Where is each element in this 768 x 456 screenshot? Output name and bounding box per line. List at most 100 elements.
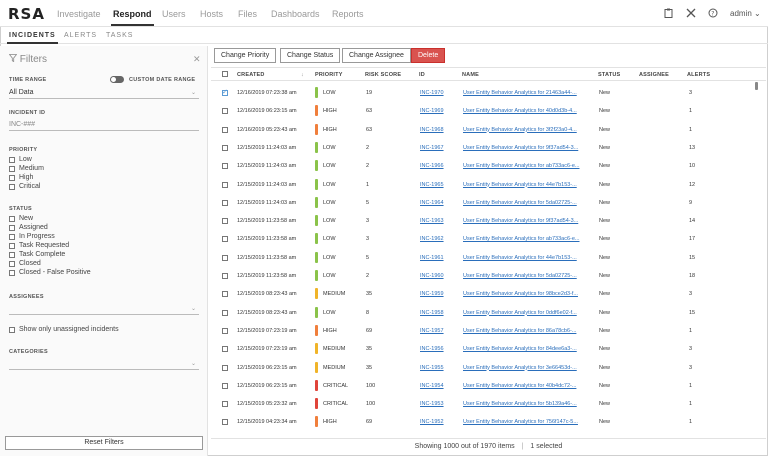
incident-id-link[interactable]: INC-1957 — [420, 328, 444, 334]
priority-medium-checkbox[interactable]: Medium — [9, 165, 44, 172]
rsa-logo[interactable]: RSA — [8, 5, 45, 23]
incident-name-link[interactable]: User Entity Behavior Analytics for 0ddf6… — [463, 310, 577, 316]
change-status-button[interactable]: Change Status — [280, 48, 341, 63]
incident-id-input[interactable]: INC-### — [9, 119, 199, 131]
incident-id-link[interactable]: INC-1956 — [420, 346, 444, 352]
table-row[interactable]: 12/15/2019 04:23:34 am HIGH 69 INC-1952 User… — [211, 413, 759, 431]
column-id[interactable]: ID — [419, 72, 425, 78]
table-row[interactable]: 12/15/2019 11:23:58 am LOW 2 INC-1960 User E… — [211, 267, 759, 285]
priority-critical-checkbox[interactable]: Critical — [9, 183, 40, 190]
incident-id-link[interactable]: INC-1953 — [420, 401, 444, 407]
incident-name-link[interactable]: User Entity Behavior Analytics for 5da02… — [463, 200, 577, 206]
table-row[interactable]: 12/15/2019 11:24:03 am LOW 2 INC-1966 User E… — [211, 157, 759, 175]
column-assignee[interactable]: ASSIGNEE — [639, 72, 669, 78]
incident-name-link[interactable]: User Entity Behavior Analytics for 40d0d… — [463, 108, 577, 114]
tools-icon[interactable] — [686, 8, 696, 20]
nav-files[interactable]: Files — [238, 9, 257, 19]
status-closed-false-positive-checkbox[interactable]: Closed - False Positive — [9, 269, 91, 276]
row-checkbox[interactable] — [222, 309, 228, 316]
incident-name-link[interactable]: User Entity Behavior Analytics for 9f37a… — [463, 218, 578, 224]
column-status[interactable]: STATUS — [598, 72, 620, 78]
nav-dashboards[interactable]: Dashboards — [271, 9, 320, 19]
incident-name-link[interactable]: User Entity Behavior Analytics for 3f2f2… — [463, 127, 577, 133]
incident-id-link[interactable]: INC-1955 — [420, 365, 444, 371]
reset-filters-button[interactable]: Reset Filters — [5, 436, 203, 450]
help-icon[interactable]: ? — [708, 8, 718, 20]
select-all-checkbox[interactable] — [222, 71, 228, 77]
incident-name-link[interactable]: User Entity Behavior Analytics for 9f37a… — [463, 145, 578, 151]
status-new-checkbox[interactable]: New — [9, 215, 33, 222]
row-checkbox[interactable] — [222, 218, 228, 225]
incident-name-link[interactable]: User Entity Behavior Analytics for 98bce… — [463, 291, 578, 297]
assignee-select[interactable]: ⌄ — [9, 303, 199, 315]
incident-name-link[interactable]: User Entity Behavior Analytics for 84dee… — [463, 346, 577, 352]
row-checkbox[interactable] — [222, 346, 228, 353]
table-row[interactable]: 12/15/2019 05:23:32 am CRITICAL 100 INC-195… — [211, 395, 759, 413]
clipboard-icon[interactable] — [664, 8, 673, 20]
change-assignee-button[interactable]: Change Assignee — [342, 48, 411, 63]
incident-name-link[interactable]: User Entity Behavior Analytics for 44e7b… — [463, 255, 577, 261]
sort-arrow-icon[interactable]: ↓ — [301, 72, 304, 78]
time-range-select[interactable]: All Data ⌄ — [9, 87, 199, 99]
tab-alerts[interactable]: ALERTS — [64, 32, 97, 39]
categories-select[interactable]: ⌄ — [9, 358, 199, 370]
row-checkbox[interactable] — [222, 163, 228, 170]
table-row[interactable]: 12/16/2019 06:23:15 am HIGH 63 INC-1969 User… — [211, 102, 759, 120]
row-checkbox[interactable] — [222, 327, 228, 334]
nav-hosts[interactable]: Hosts — [200, 9, 223, 19]
tab-incidents[interactable]: INCIDENTS — [7, 32, 58, 44]
incident-name-link[interactable]: User Entity Behavior Analytics for 40b4d… — [463, 383, 576, 389]
incident-id-link[interactable]: INC-1952 — [420, 419, 444, 425]
table-row[interactable]: 12/16/2019 05:23:43 am HIGH 63 INC-1968 User… — [211, 121, 759, 139]
nav-reports[interactable]: Reports — [332, 9, 364, 19]
incident-id-link[interactable]: INC-1959 — [420, 291, 444, 297]
row-checkbox[interactable] — [222, 108, 228, 115]
priority-high-checkbox[interactable]: High — [9, 174, 33, 181]
column-created[interactable]: CREATED — [237, 72, 265, 78]
unassigned-only-checkbox[interactable]: Show only unassigned incidents — [9, 326, 119, 333]
incident-name-link[interactable]: User Entity Behavior Analytics for ab733… — [463, 236, 579, 242]
row-checkbox[interactable] — [222, 364, 228, 371]
table-row[interactable]: 12/15/2019 11:23:58 am LOW 5 INC-1961 User E… — [211, 249, 759, 267]
row-checkbox[interactable] — [222, 254, 228, 261]
custom-date-range-toggle[interactable] — [110, 76, 124, 83]
row-checkbox[interactable] — [222, 401, 228, 408]
incident-id-link[interactable]: INC-1960 — [420, 273, 444, 279]
table-row[interactable]: 12/15/2019 11:24:03 am LOW 2 INC-1967 User E… — [211, 139, 759, 157]
incident-name-link[interactable]: User Entity Behavior Analytics for 756f1… — [463, 419, 578, 425]
status-task-requested-checkbox[interactable]: Task Requested — [9, 242, 69, 249]
row-checkbox[interactable] — [222, 144, 228, 151]
row-checkbox[interactable] — [222, 126, 228, 133]
user-menu[interactable]: admin ⌄ — [730, 9, 761, 18]
incident-id-link[interactable]: INC-1958 — [420, 310, 444, 316]
incident-id-link[interactable]: INC-1969 — [420, 108, 444, 114]
incident-id-link[interactable]: INC-1967 — [420, 145, 444, 151]
incident-name-link[interactable]: User Entity Behavior Analytics for 5b139… — [463, 401, 577, 407]
incident-name-link[interactable]: User Entity Behavior Analytics for 3e664… — [463, 365, 577, 371]
nav-investigate[interactable]: Investigate — [57, 9, 101, 19]
change-priority-button[interactable]: Change Priority — [214, 48, 277, 63]
row-checkbox[interactable] — [222, 291, 228, 298]
incident-name-link[interactable]: User Entity Behavior Analytics for ab733… — [463, 163, 579, 169]
status-in-progress-checkbox[interactable]: In Progress — [9, 233, 55, 240]
incident-id-link[interactable]: INC-1970 — [420, 90, 444, 96]
table-row[interactable]: 12/15/2019 11:23:58 am LOW 3 INC-1963 User E… — [211, 212, 759, 230]
status-closed-checkbox[interactable]: Closed — [9, 260, 41, 267]
table-row[interactable]: 12/15/2019 07:23:19 am MEDIUM 35 INC-1956 Us… — [211, 340, 759, 358]
nav-users[interactable]: Users — [162, 9, 186, 19]
row-checkbox[interactable] — [222, 382, 228, 389]
close-icon[interactable]: ✕ — [193, 54, 201, 65]
column-risk-score[interactable]: RISK SCORE — [365, 72, 401, 78]
incident-id-link[interactable]: INC-1961 — [420, 255, 444, 261]
table-row[interactable]: 12/15/2019 11:24:03 am LOW 5 INC-1964 User E… — [211, 194, 759, 212]
row-checkbox[interactable] — [222, 199, 228, 206]
incident-name-link[interactable]: User Entity Behavior Analytics for 44e7b… — [463, 182, 577, 188]
table-row[interactable]: 12/15/2019 11:24:03 am LOW 1 INC-1965 User E… — [211, 176, 759, 194]
table-scrollbar[interactable] — [755, 82, 758, 90]
table-row[interactable]: 12/15/2019 11:23:58 am LOW 3 INC-1962 User E… — [211, 230, 759, 248]
row-checkbox[interactable] — [222, 88, 228, 96]
tab-tasks[interactable]: TASKS — [106, 32, 133, 39]
table-row[interactable]: 12/16/2019 07:23:38 am LOW 19 INC-1970 User … — [211, 84, 759, 102]
incident-name-link[interactable]: User Entity Behavior Analytics for 21463… — [463, 90, 577, 96]
nav-respond[interactable]: Respond — [111, 9, 154, 26]
